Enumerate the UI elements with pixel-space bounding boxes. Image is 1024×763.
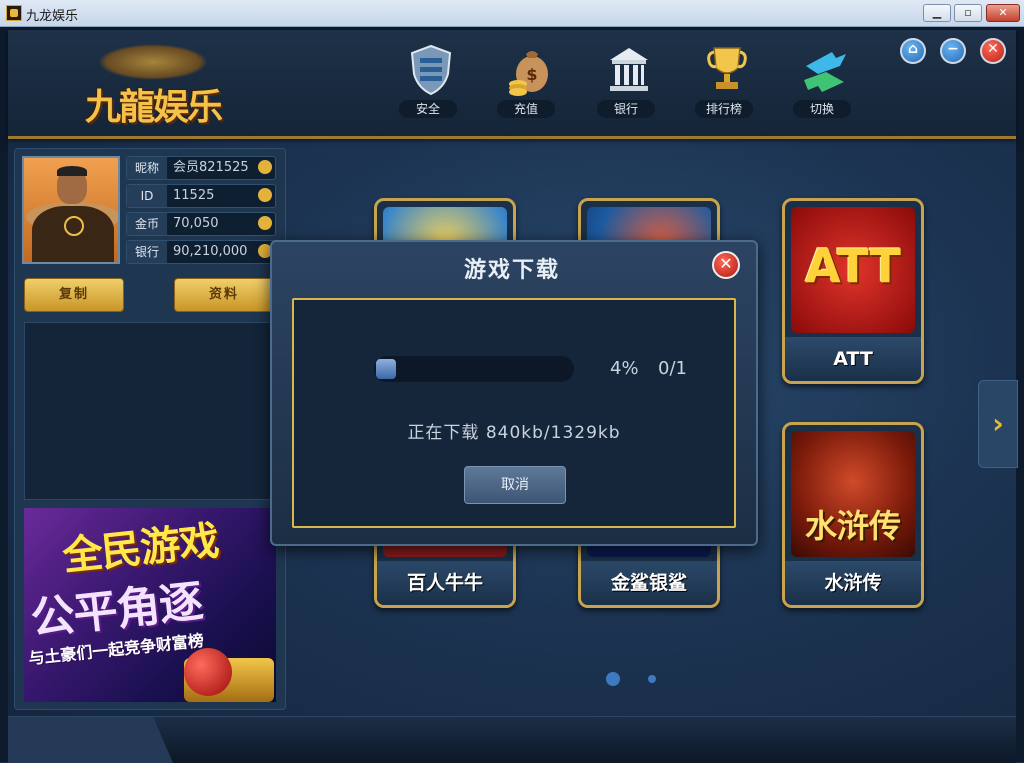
toolbar-recharge-button[interactable]: $ 充值 [494, 40, 564, 120]
pager-dot[interactable] [648, 675, 656, 683]
window-titlebar: 九龙娱乐 ▁ ▫ ✕ [0, 0, 1024, 27]
pager-dot-active[interactable] [606, 672, 620, 686]
maximize-icon: ▫ [964, 6, 972, 19]
bank-value: 90,210,000 [173, 244, 248, 259]
nickname-value: 会员821525 [173, 160, 249, 175]
game-logo: 九龍娱乐 [68, 42, 238, 128]
shield-icon [410, 44, 452, 96]
window-minimize-button[interactable]: ▁ [923, 4, 951, 22]
game-card-att[interactable]: ATT ATT [782, 198, 924, 384]
user-icon [258, 160, 272, 174]
toolbar-ranking-label: 排行榜 [695, 100, 753, 118]
id-label: ID [127, 185, 167, 207]
money-bag-icon: $ [509, 51, 548, 96]
toolbar-switch-button[interactable]: 切换 [790, 40, 860, 120]
download-status: 正在下载 840kb/1329kb [407, 423, 621, 443]
chevron-right-icon: › [992, 407, 1004, 440]
game-card-art: 水浒传 [791, 431, 915, 557]
dragon-emblem-icon [98, 44, 208, 80]
bank-label: 银行 [127, 241, 167, 263]
gold-value: 70,050 [173, 216, 219, 231]
toolbar-security-label: 安全 [399, 100, 457, 118]
dialog-body: 4% 0/1 正在下载 840kb/1329kb 取消 [292, 298, 736, 528]
toolbar-switch-label: 切换 [793, 100, 851, 118]
nickname-row: 昵称 会员821525 [126, 156, 276, 180]
avatar-hair [57, 166, 87, 176]
toolbar-bank-label: 银行 [597, 100, 655, 118]
gold-label: 金币 [127, 213, 167, 235]
svg-text:$: $ [526, 65, 537, 84]
message-area [24, 322, 276, 500]
close-icon: ✕ [719, 254, 733, 273]
exit-game-button[interactable]: ✕ [980, 38, 1006, 64]
avatar-chain [64, 216, 84, 236]
copy-button[interactable]: 复制 [24, 278, 124, 312]
next-page-button[interactable]: › [978, 380, 1018, 468]
switch-icon [804, 52, 846, 92]
gold-row: 金币 70,050 [126, 212, 276, 236]
bottom-bar [8, 716, 1016, 763]
toolbar-recharge-label: 充值 [497, 100, 555, 118]
att-logo-text: ATT [805, 239, 901, 293]
toolbar-bank-button[interactable]: 银行 [594, 40, 664, 120]
game-name: 百人牛牛 [377, 561, 513, 605]
download-progress-fill [376, 359, 396, 379]
game-card-shuihu[interactable]: 水浒传 水浒传 [782, 422, 924, 608]
dialog-header: 游戏下载 ✕ [272, 242, 752, 290]
id-row: ID 11525 [126, 184, 276, 208]
avatar[interactable] [22, 156, 120, 264]
game-name: 水浒传 [785, 561, 921, 605]
nickname-label: 昵称 [127, 157, 167, 179]
trophy-icon [707, 47, 747, 89]
download-progress-bar [374, 356, 574, 382]
progress-percent: 4% [610, 358, 639, 379]
dialog-title: 游戏下载 [463, 258, 560, 283]
close-icon: ✕ [987, 41, 999, 57]
logo-text: 九龍娱乐 [84, 86, 223, 128]
progress-count: 0/1 [658, 358, 687, 379]
id-value: 11525 [173, 188, 215, 203]
minimize-icon: ▁ [932, 6, 942, 19]
game-name: 金鲨银鲨 [581, 561, 717, 605]
home-button[interactable]: ⌂ [900, 38, 926, 64]
window-close-button[interactable]: ✕ [986, 4, 1020, 22]
download-dialog: 游戏下载 ✕ 4% 0/1 正在下载 840kb/1329kb 取消 [270, 240, 758, 546]
bottom-tab [8, 717, 173, 763]
bank-row: 银行 90,210,000 [126, 240, 276, 264]
cancel-button[interactable]: 取消 [464, 466, 566, 504]
minus-icon: − [947, 41, 959, 57]
toolbar-ranking-button[interactable]: 排行榜 [692, 40, 762, 120]
game-card-art: ATT [791, 207, 915, 333]
red-ball-image [184, 648, 232, 696]
window-title: 九龙娱乐 [26, 9, 79, 24]
game-name: ATT [785, 337, 921, 381]
profile-button[interactable]: 资料 [174, 278, 274, 312]
shuihu-logo-text: 水浒传 [804, 507, 901, 545]
app-logo-icon [6, 5, 22, 21]
coin-icon [258, 216, 272, 230]
window-maximize-button[interactable]: ▫ [954, 4, 982, 22]
promo-banner[interactable]: 全民游戏 公平角逐 与土豪们一起竞争财富榜 [24, 508, 276, 702]
close-icon: ✕ [998, 6, 1008, 19]
id-badge-icon [258, 188, 272, 202]
bank-icon [610, 48, 648, 91]
toolbar-security-button[interactable]: 安全 [396, 40, 466, 120]
home-icon: ⌂ [907, 41, 919, 57]
dialog-close-button[interactable]: ✕ [712, 251, 740, 279]
minimize-game-button[interactable]: − [940, 38, 966, 64]
